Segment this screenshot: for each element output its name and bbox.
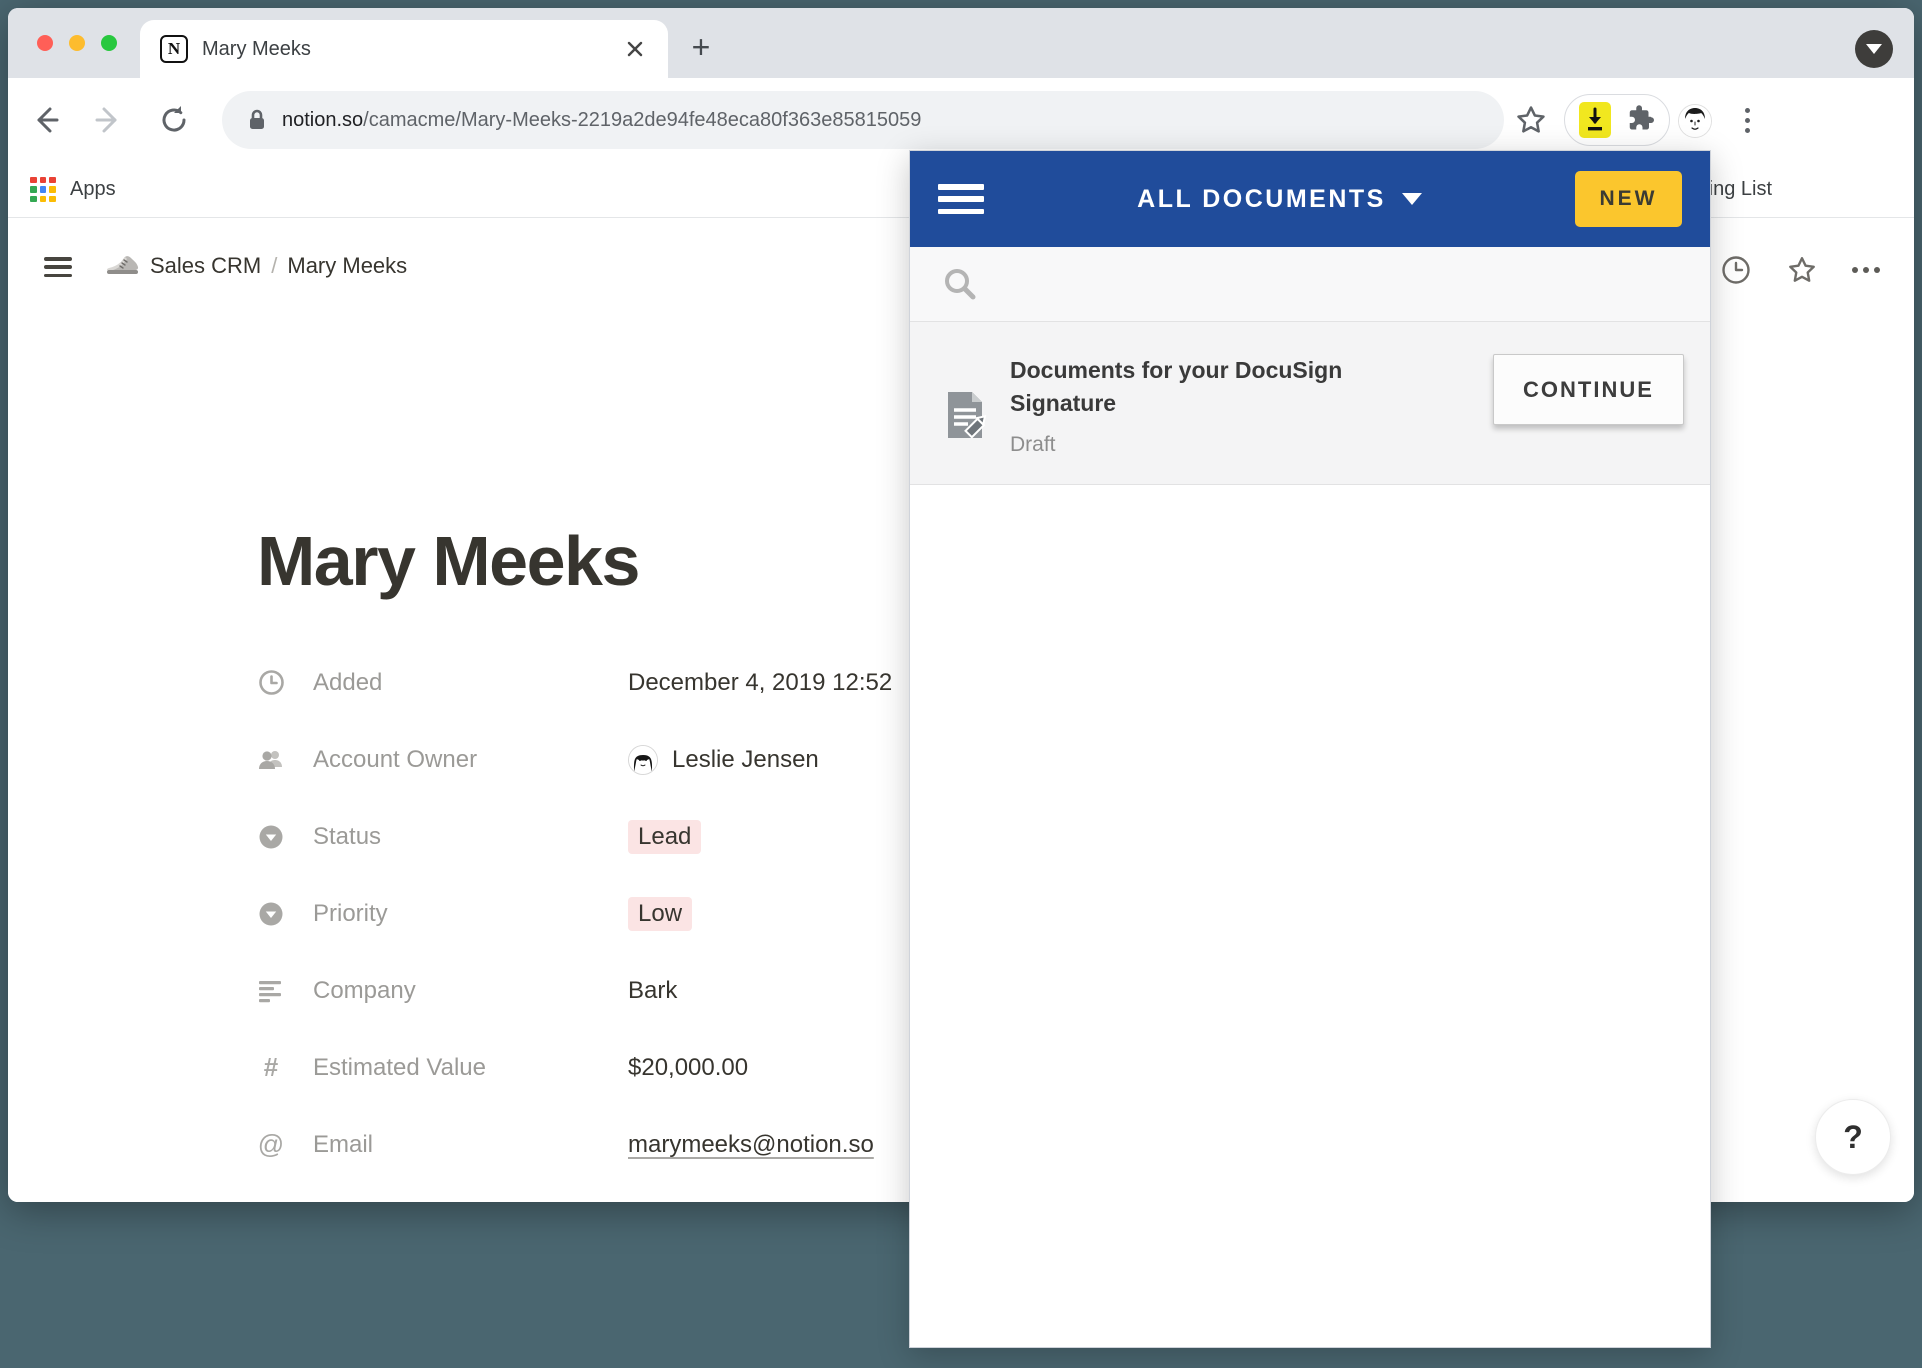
- document-status: Draft: [1010, 433, 1450, 457]
- tab-search-button[interactable]: [1855, 30, 1893, 68]
- profile-avatar[interactable]: [1678, 104, 1712, 138]
- breadcrumb-workspace[interactable]: Sales CRM: [150, 253, 261, 278]
- search-icon: [942, 266, 978, 302]
- docusign-extension-icon[interactable]: [1579, 102, 1611, 138]
- window-zoom-button[interactable]: [101, 35, 117, 51]
- docusign-header: ALL DOCUMENTS NEW: [910, 151, 1710, 247]
- back-button[interactable]: [28, 103, 62, 137]
- clock-icon: [257, 669, 285, 697]
- apps-grid-icon[interactable]: [30, 177, 56, 203]
- tab-close-icon[interactable]: [622, 36, 648, 62]
- property-value-account-owner[interactable]: Leslie Jensen: [628, 745, 819, 775]
- property-value-company[interactable]: Bark: [628, 977, 677, 1005]
- tab-strip: N Mary Meeks +: [8, 8, 1914, 78]
- document-list-item[interactable]: Documents for your DocuSign Signature Dr…: [910, 321, 1710, 485]
- url-text: notion.so/camacme/Mary-Meeks-2219a2de94f…: [282, 109, 921, 132]
- priority-tag: Low: [628, 897, 692, 931]
- property-value-status[interactable]: Lead: [628, 820, 701, 854]
- favorite-star-button[interactable]: [1786, 254, 1818, 286]
- list-icon: [257, 977, 285, 1005]
- at-icon: @: [257, 1131, 285, 1159]
- leslie-jensen-avatar: [628, 745, 658, 775]
- chrome-menu-button[interactable]: [1734, 102, 1760, 138]
- continue-button[interactable]: CONTINUE: [1493, 354, 1684, 425]
- docusign-search-bar[interactable]: [910, 247, 1710, 321]
- breadcrumb-separator: /: [271, 253, 277, 278]
- page-more-button[interactable]: [1850, 254, 1882, 286]
- sneaker-emoji-icon: [104, 248, 140, 285]
- property-value-added[interactable]: December 4, 2019 12:52: [628, 669, 892, 697]
- docusign-panel: ALL DOCUMENTS NEW Documents for your Doc…: [909, 150, 1711, 1348]
- bookmark-star-button[interactable]: [1514, 103, 1548, 137]
- select-icon: [257, 823, 285, 851]
- number-icon: #: [257, 1054, 285, 1082]
- person-icon: [257, 746, 285, 774]
- new-document-button[interactable]: NEW: [1575, 171, 1682, 227]
- window-close-button[interactable]: [37, 35, 53, 51]
- docusign-menu-icon[interactable]: [938, 183, 984, 215]
- apps-bookmark-label[interactable]: Apps: [70, 178, 116, 201]
- property-value-priority[interactable]: Low: [628, 897, 692, 931]
- extensions-pill: [1564, 94, 1670, 146]
- property-value-estimated[interactable]: $20,000.00: [628, 1054, 748, 1082]
- new-tab-button[interactable]: +: [684, 32, 718, 66]
- extensions-puzzle-icon[interactable]: [1625, 103, 1655, 138]
- email-link[interactable]: marymeeks@notion.so: [628, 1131, 874, 1159]
- tab-title: Mary Meeks: [202, 38, 622, 61]
- reload-button[interactable]: [157, 103, 191, 137]
- sidebar-menu-icon[interactable]: [44, 254, 72, 280]
- chevron-down-icon: [1866, 44, 1882, 54]
- forward-button[interactable]: [92, 103, 126, 137]
- document-info: Documents for your DocuSign Signature Dr…: [1010, 354, 1450, 484]
- status-tag: Lead: [628, 820, 701, 854]
- breadcrumb-page[interactable]: Mary Meeks: [287, 253, 407, 278]
- chevron-down-icon: [1402, 193, 1422, 205]
- url-bar[interactable]: notion.so/camacme/Mary-Meeks-2219a2de94f…: [222, 91, 1504, 149]
- select-icon: [257, 900, 285, 928]
- document-draft-icon: [944, 390, 988, 442]
- breadcrumb: Sales CRM / Mary Meeks: [150, 253, 407, 279]
- tab-mary-meeks[interactable]: N Mary Meeks: [140, 20, 668, 78]
- help-button[interactable]: ?: [1815, 1099, 1891, 1175]
- window-minimize-button[interactable]: [69, 35, 85, 51]
- document-title: Documents for your DocuSign Signature: [1010, 354, 1450, 420]
- page-history-button[interactable]: [1720, 254, 1752, 286]
- documents-filter-dropdown[interactable]: ALL DOCUMENTS: [984, 185, 1575, 214]
- lock-icon: [246, 108, 268, 132]
- documents-filter-label: ALL DOCUMENTS: [1137, 185, 1386, 214]
- notion-favicon: N: [160, 35, 188, 63]
